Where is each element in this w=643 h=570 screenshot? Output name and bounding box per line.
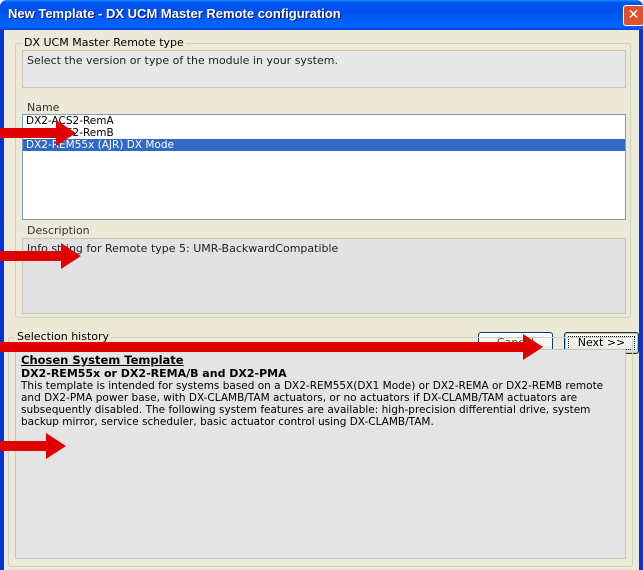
list-item-rem55x-selected[interactable]: DX2-REM55x (AJR) DX Mode [23, 139, 625, 151]
annotation-arrow-list [0, 120, 76, 146]
history-body: This template is intended for systems ba… [21, 380, 604, 428]
description-text: Info string for Remote type 5: UMR-Backw… [22, 238, 626, 314]
dialog-window: New Template - DX UCM Master Remote conf… [0, 0, 643, 570]
list-item-remB[interactable]: DX2-ACS2-RemB [23, 127, 625, 139]
history-subtitle: DX2-REM55x or DX2-REMA/B and DX2-PMA [21, 367, 287, 380]
dialog-client-area: DX UCM Master Remote type Select the ver… [4, 30, 639, 570]
close-icon: ✕ [627, 7, 640, 23]
name-label: Name [27, 101, 60, 114]
annotation-arrow-next [0, 334, 543, 360]
remote-type-group: DX UCM Master Remote type Select the ver… [15, 36, 631, 318]
title-bar[interactable]: New Template - DX UCM Master Remote conf… [0, 0, 643, 30]
description-label: Description [27, 224, 90, 237]
window-title: New Template - DX UCM Master Remote conf… [8, 6, 341, 21]
selection-history-box: Chosen System Template DX2-REM55x or DX2… [15, 349, 626, 559]
remote-type-legend: DX UCM Master Remote type [22, 36, 186, 49]
selection-history-group: Selection history Chosen System Template… [8, 330, 633, 567]
annotation-arrow-history [0, 433, 66, 459]
instruction-text: Select the version or type of the module… [22, 50, 626, 88]
remote-type-list[interactable]: DX2-ACS2-RemA DX2-ACS2-RemB DX2-REM55x (… [22, 114, 626, 220]
close-button[interactable]: ✕ [623, 5, 643, 26]
list-item-remA[interactable]: DX2-ACS2-RemA [23, 115, 625, 127]
annotation-arrow-description [0, 243, 81, 269]
